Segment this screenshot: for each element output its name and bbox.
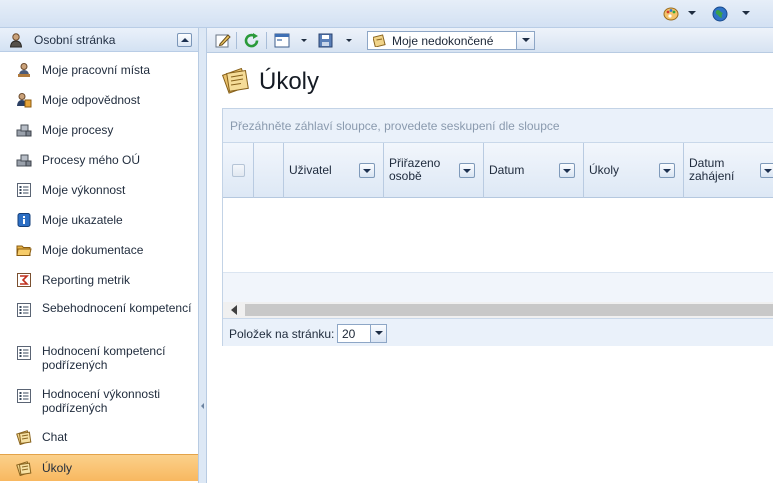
group-by-hint: Přezáhněte záhlaví sloupce, provedete se… (230, 119, 560, 133)
indicator-icon (17, 213, 31, 227)
language-menu-caret[interactable] (742, 11, 750, 15)
notes-icon (16, 461, 32, 476)
sidebar-item-label: Moje procesy (42, 123, 114, 137)
sidebar-item-moje-ukazatele[interactable]: Moje ukazatele (0, 208, 198, 232)
column-header-datum-zahajeni[interactable]: Datum zahájení (684, 143, 773, 198)
sidebar-item-moje-odpovednost[interactable]: Moje odpovědnost (0, 88, 198, 112)
grid-footer-row (223, 273, 773, 302)
task-grid: Přezáhněte záhlaví sloupce, provedete se… (222, 108, 773, 346)
column-filter-button[interactable] (459, 163, 475, 178)
chevron-down-icon[interactable] (370, 325, 386, 342)
sidebar-item-moje-dokumentace[interactable]: Moje dokumentace (0, 238, 198, 262)
person-role-icon (17, 93, 32, 108)
splitter-grip-icon[interactable] (201, 403, 204, 409)
sidebar-item-reporting-metrik[interactable]: Reporting metrik (0, 268, 198, 292)
sidebar-title: Osobní stránka (34, 33, 116, 47)
row-indicator-column (254, 143, 284, 198)
sidebar-item-label: Reporting metrik (42, 273, 131, 287)
save-icon[interactable] (317, 32, 335, 49)
sidebar-item-label: Hodnocení kompetencí podřízených (42, 344, 166, 372)
sidebar-item-label: Hodnocení výkonnosti podřízených (42, 387, 161, 415)
page-size-value: 20 (342, 327, 356, 341)
sidebar-item-label: Moje dokumentace (42, 243, 144, 257)
grid-body (223, 198, 773, 273)
select-all-checkbox[interactable] (232, 164, 245, 177)
chevron-down-icon[interactable] (516, 32, 534, 49)
checklist-icon (17, 303, 31, 317)
sidebar-item-label: Moje odpovědnost (42, 93, 141, 107)
sidebar-header: Osobní stránka (0, 28, 198, 52)
column-header-prirazeno-osobe[interactable]: Přiřazeno osobě (384, 143, 484, 198)
task-filter-value: Moje nedokončené (392, 34, 494, 48)
globe-icon[interactable] (712, 6, 728, 22)
sidebar-item-procesy-meho-ou[interactable]: Procesy mého OÚ (0, 148, 198, 172)
folder-icon (16, 245, 32, 256)
sidebar-item-ukoly[interactable]: Úkoly (0, 454, 198, 481)
column-filter-button[interactable] (559, 163, 575, 178)
sidebar-item-hodnoceni-vykonnosti-podrizenych[interactable]: Hodnocení výkonnosti podřízených (0, 382, 198, 420)
grid-header: Uživatel Přiřazeno osobě Datum Úkoly Dat… (223, 143, 773, 198)
notes-icon (373, 34, 386, 47)
toolbar: Moje nedokončené (207, 28, 773, 53)
sidebar-splitter[interactable] (199, 28, 207, 483)
sidebar-item-moje-procesy[interactable]: Moje procesy (0, 118, 198, 142)
person-desk-icon (18, 63, 30, 77)
sidebar-item-label: Sebehodnocení kompetencí (42, 301, 192, 315)
notes-icon (16, 430, 32, 445)
refresh-icon[interactable] (243, 32, 261, 49)
sidebar: Osobní stránka Moje pracovní místa Moje … (0, 28, 199, 483)
select-all-column (223, 143, 254, 198)
column-header-ukoly[interactable]: Úkoly (584, 143, 684, 198)
sidebar-item-label: Procesy mého OÚ (42, 153, 141, 167)
scrollbar-thumb[interactable] (245, 304, 773, 316)
column-header-uzivatel[interactable]: Uživatel (284, 143, 384, 198)
person-icon (9, 33, 23, 48)
report-icon (17, 273, 31, 287)
task-filter-select[interactable]: Moje nedokončené (367, 31, 535, 50)
sidebar-item-label: Moje výkonnost (42, 183, 126, 197)
column-filter-button[interactable] (760, 163, 773, 178)
column-header-label: Uživatel (289, 163, 332, 177)
column-header-label: Přiřazeno osobě (389, 156, 441, 183)
column-filter-button[interactable] (359, 163, 375, 178)
sidebar-item-chat[interactable]: Chat (0, 426, 198, 450)
scroll-left-icon[interactable] (223, 302, 245, 318)
checklist-icon (17, 346, 31, 360)
sidebar-item-label: Chat (42, 430, 68, 444)
sidebar-item-label: Moje pracovní místa (42, 63, 151, 77)
sidebar-item-label: Úkoly (42, 461, 73, 475)
layout-menu-caret[interactable] (301, 39, 307, 42)
toolbar-separator (236, 32, 237, 49)
palette-icon[interactable] (663, 6, 679, 22)
sidebar-item-hodnoceni-kompetenci-podrizenych[interactable]: Hodnocení kompetencí podřízených (0, 339, 198, 377)
column-header-label: Datum (489, 163, 525, 177)
sidebar-collapse-button[interactable] (177, 33, 192, 47)
checklist-icon (17, 389, 31, 403)
horizontal-scrollbar[interactable] (223, 302, 773, 318)
column-filter-button[interactable] (659, 163, 675, 178)
sidebar-item-label: Moje ukazatele (42, 213, 123, 227)
page-size-select[interactable]: 20 (337, 324, 387, 343)
sidebar-item-sebehodnoceni-kompetenci[interactable]: Sebehodnocení kompetencí (0, 296, 198, 334)
save-menu-caret[interactable] (346, 39, 352, 42)
process-icon (16, 154, 32, 167)
sidebar-item-moje-pracovni-mista[interactable]: Moje pracovní místa (0, 58, 198, 82)
top-bar (0, 0, 773, 28)
grid-pager: Položek na stránku: 20 (223, 318, 773, 346)
group-by-panel[interactable]: Přezáhněte záhlaví sloupce, provedete se… (223, 109, 773, 143)
page-title: Úkoly (259, 68, 320, 95)
edit-icon[interactable] (214, 32, 232, 49)
checklist-icon (17, 183, 31, 197)
page-size-label: Položek na stránku: (229, 327, 335, 341)
toolbar-separator (266, 32, 267, 49)
process-icon (16, 124, 32, 137)
column-header-label: Úkoly (589, 163, 620, 177)
layout-icon[interactable] (273, 32, 291, 49)
sidebar-item-moje-vykonnost[interactable]: Moje výkonnost (0, 178, 198, 202)
notes-icon (222, 67, 249, 94)
column-header-datum[interactable]: Datum (484, 143, 584, 198)
palette-menu-caret[interactable] (688, 11, 696, 15)
column-header-label: Datum zahájení (689, 156, 735, 183)
